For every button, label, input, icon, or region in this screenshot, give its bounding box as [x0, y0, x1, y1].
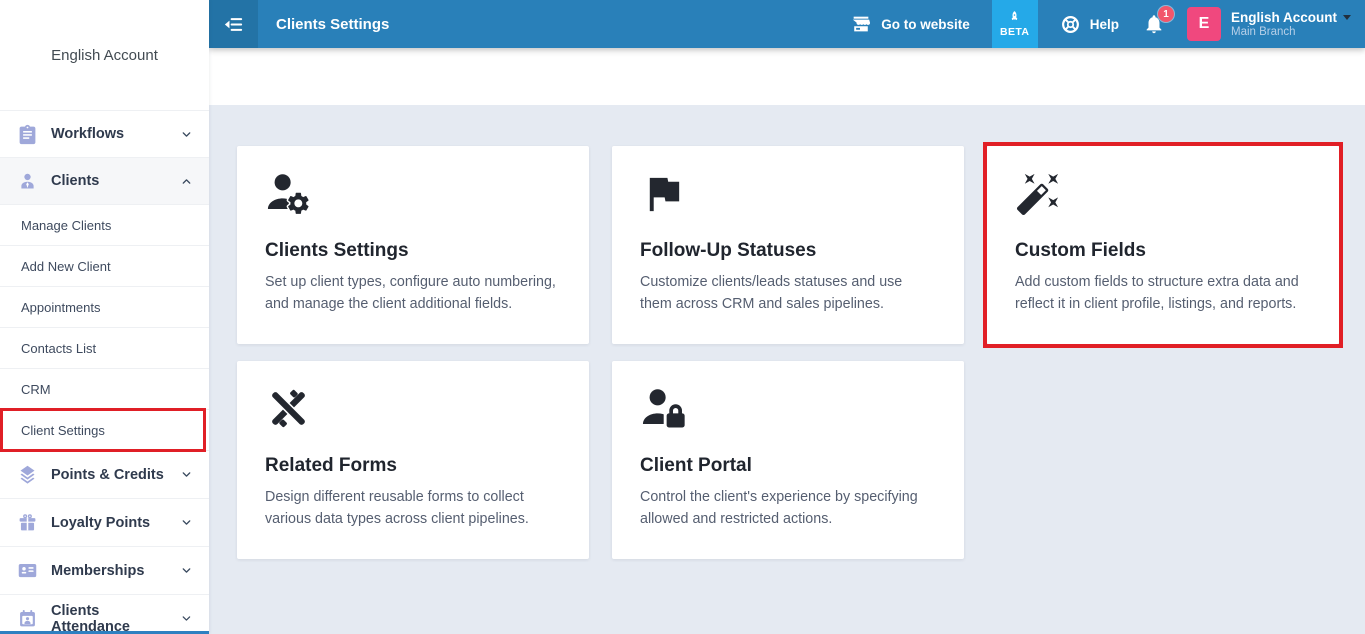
card-title: Custom Fields: [1015, 240, 1146, 261]
chevron-down-icon: [182, 131, 191, 137]
page-header-strip: [209, 48, 1365, 105]
clients-submenu: Manage Clients Add New Client Appointmen…: [0, 204, 209, 452]
sidebar-subitem-crm[interactable]: CRM: [0, 368, 209, 409]
sidebar-item-label: Loyalty Points: [51, 514, 151, 531]
app-root: English Account Workflows Clients Manage…: [0, 0, 1365, 634]
chevron-down-icon: [182, 472, 191, 477]
avatar[interactable]: E: [1186, 7, 1221, 41]
settings-cards-grid: Clients Settings Set up client types, co…: [237, 142, 1365, 559]
card-follow-up-statuses[interactable]: Follow-Up Statuses Customize clients/lea…: [612, 146, 964, 344]
account-name-label: English Account: [1230, 10, 1337, 25]
layers-icon: [20, 465, 35, 484]
sidebar-item-label: Points & Credits: [51, 466, 164, 483]
card-description: Control the client's experience by speci…: [640, 489, 918, 527]
chevron-up-icon: [182, 178, 191, 184]
person-lock-icon: [642, 389, 687, 430]
sidebar-item-clients[interactable]: Clients: [0, 157, 209, 204]
account-menu[interactable]: English Account Main Branch: [1231, 10, 1365, 38]
help-link[interactable]: Help: [1060, 14, 1119, 35]
sidebar-item-memberships[interactable]: Memberships: [0, 546, 209, 594]
sidebar-subitem-add-new-client[interactable]: Add New Client: [0, 245, 209, 286]
sidebar-item-label: Memberships: [51, 562, 145, 579]
main-content: Clients Settings Set up client types, co…: [209, 105, 1365, 634]
collapse-sidebar-icon: [224, 17, 243, 31]
card-related-forms[interactable]: Related Forms Design different reusable …: [237, 361, 589, 559]
sidebar-item-label: Clients: [51, 173, 100, 189]
page-title: Clients Settings: [276, 15, 390, 33]
card-title: Clients Settings: [265, 240, 409, 261]
lifebuoy-help-icon: [1061, 15, 1079, 33]
card-description: Add custom fields to structure extra dat…: [1015, 274, 1299, 312]
card-title: Follow-Up Statuses: [640, 240, 817, 261]
sidebar-subitem-client-settings[interactable]: Client Settings: [0, 408, 209, 452]
sidebar-toggle-button[interactable]: [209, 0, 258, 48]
sidebar-subitem-manage-clients[interactable]: Manage Clients: [0, 204, 209, 245]
sidebar-item-workflows[interactable]: Workflows: [0, 110, 209, 157]
sidebar-item-loyalty-points[interactable]: Loyalty Points: [0, 498, 209, 546]
card-custom-fields[interactable]: Custom Fields Add custom fields to struc…: [983, 142, 1343, 348]
calendar-person-icon: [20, 610, 35, 627]
go-to-website-link[interactable]: Go to website: [850, 13, 970, 35]
card-description: Set up client types, configure auto numb…: [265, 274, 556, 312]
rocket-icon: [1011, 11, 1018, 21]
sidebar-item-points-credits[interactable]: Points & Credits: [0, 450, 209, 498]
design-tools-icon: [270, 389, 307, 428]
storefront-icon: [853, 16, 871, 32]
chevron-down-icon: [182, 616, 191, 621]
help-label: Help: [1089, 16, 1119, 32]
sidebar: English Account Workflows Clients Manage…: [0, 0, 209, 634]
card-client-portal[interactable]: Client Portal Control the client's exper…: [612, 361, 964, 559]
magic-wand-icon: [1016, 173, 1059, 216]
sidebar-item-clients-attendance[interactable]: Clients Attendance: [0, 594, 209, 634]
beta-button[interactable]: BETA: [991, 0, 1038, 48]
sidebar-subitem-contacts-list[interactable]: Contacts List: [0, 327, 209, 368]
card-title: Related Forms: [265, 455, 397, 476]
business-person-icon: [21, 173, 34, 188]
id-card-icon: [18, 563, 37, 578]
notification-badge: 1: [1157, 6, 1174, 22]
caret-down-icon: [1343, 15, 1351, 20]
sidebar-account-name: English Account: [51, 46, 158, 64]
card-description: Design different reusable forms to colle…: [265, 489, 529, 527]
card-clients-settings[interactable]: Clients Settings Set up client types, co…: [237, 146, 589, 344]
notifications-button[interactable]: 1: [1143, 6, 1174, 35]
flag-icon: [649, 177, 680, 212]
chevron-down-icon: [182, 568, 191, 573]
gift-icon: [19, 514, 36, 531]
card-description: Customize clients/leads statuses and use…: [640, 274, 903, 312]
person-gear-icon: [267, 174, 310, 216]
beta-label: BETA: [1000, 26, 1030, 38]
chevron-down-icon: [182, 520, 191, 525]
sidebar-item-label: Clients Attendance: [51, 602, 130, 634]
card-title: Client Portal: [640, 455, 752, 476]
go-to-website-label: Go to website: [881, 16, 970, 32]
branch-label: Main Branch: [1230, 26, 1296, 38]
sidebar-item-label: Workflows: [51, 126, 125, 142]
clipboard-icon: [19, 124, 36, 144]
sidebar-subitem-appointments[interactable]: Appointments: [0, 286, 209, 327]
topbar-actions: Go to website BETA Help 1 E English Acco…: [850, 0, 1365, 48]
topbar: Clients Settings Go to website BETA Help…: [209, 0, 1365, 48]
